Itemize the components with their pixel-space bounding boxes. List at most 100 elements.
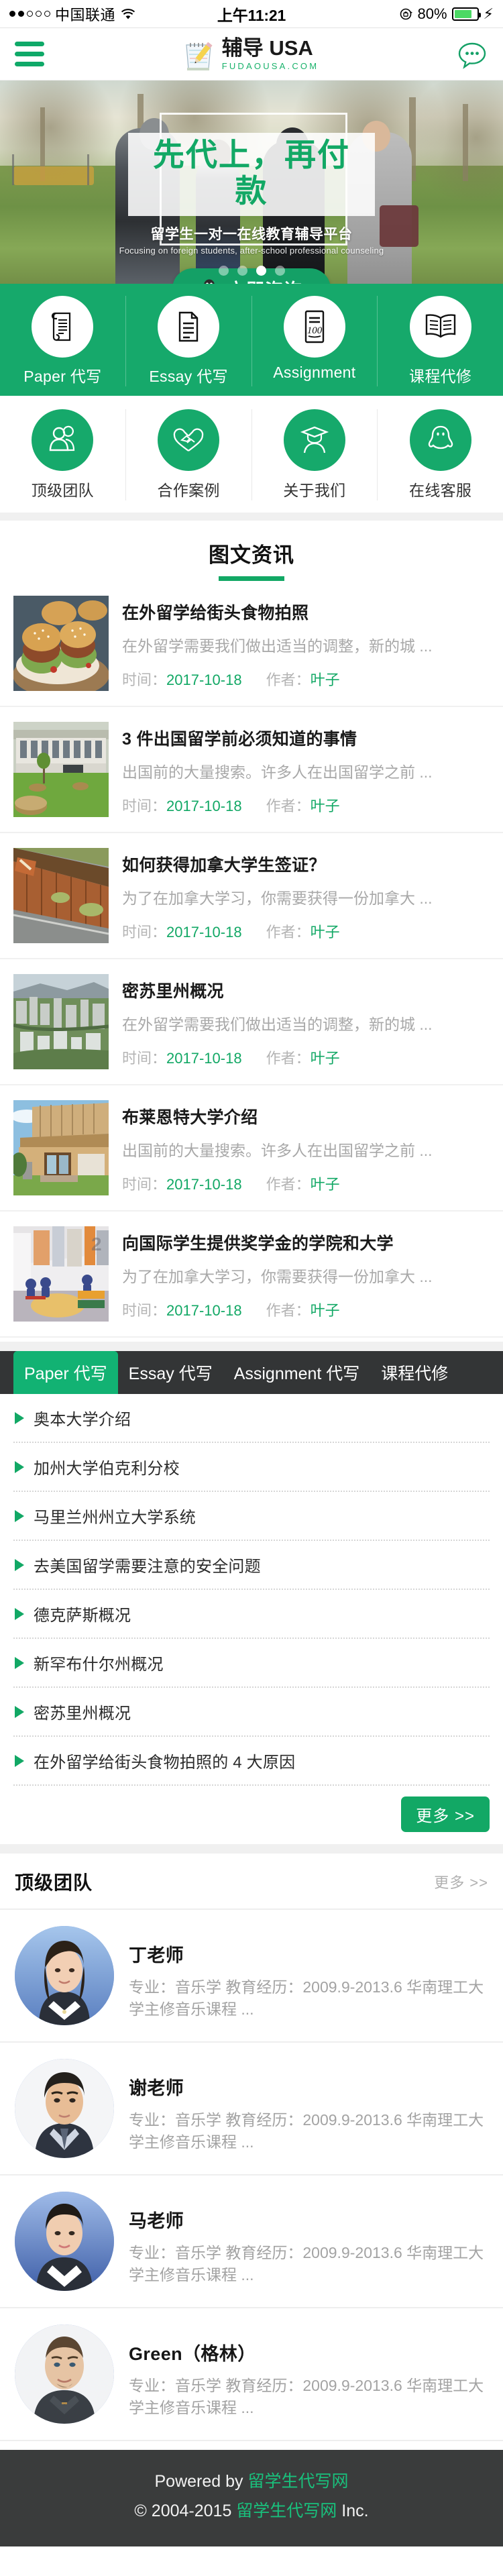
tab-course[interactable]: 课程代修 xyxy=(370,1351,459,1394)
rotation-lock-icon xyxy=(400,7,413,21)
status-bar-right: 80% ⚡ xyxy=(286,5,494,23)
news-item-meta: 时间：2017-10-18 作者：叶子 xyxy=(122,668,488,690)
tab-list-item-label: 去美国留学需要注意的安全问题 xyxy=(34,1558,261,1576)
news-item-date: 2017-10-18 xyxy=(166,924,242,941)
carousel-dot-active[interactable] xyxy=(256,266,266,276)
team-list-item[interactable]: 丁老师 专业：音乐学 教育经历：2009.9-2013.6 华南理工大学主修音乐… xyxy=(0,1910,503,2043)
tab-list-item-label: 加州大学伯克利分校 xyxy=(34,1460,180,1478)
team-more-link[interactable]: 更多 >> xyxy=(434,1871,488,1892)
news-author-key: 作者： xyxy=(266,1176,311,1193)
service-item-label: Paper 代写 xyxy=(23,368,102,385)
tab-more-button[interactable]: 更多 >> xyxy=(401,1796,490,1832)
logo-title: 辅导 USA xyxy=(221,36,313,60)
service-item-assignment[interactable]: 100 Assignment xyxy=(252,296,378,386)
service-item-label: 合作案例 xyxy=(157,482,220,499)
tab-list-item-label: 德克萨斯概况 xyxy=(34,1607,131,1625)
tab-list-item[interactable]: 新罕布什尔州概况 xyxy=(13,1639,490,1688)
tab-assignment[interactable]: Assignment 代写 xyxy=(223,1351,371,1394)
tab-list-item[interactable]: 去美国留学需要注意的安全问题 xyxy=(13,1541,490,1590)
team-list-item[interactable]: 谢老师 专业：音乐学 教育经历：2009.9-2013.6 华南理工大学主修音乐… xyxy=(0,2043,503,2176)
chat-bubble-icon[interactable] xyxy=(456,38,488,70)
news-time-key: 时间： xyxy=(122,672,167,688)
hamburger-menu-icon[interactable] xyxy=(15,42,44,66)
tab-paper[interactable]: Paper 代写 xyxy=(13,1351,118,1394)
carousel-dots[interactable] xyxy=(0,266,503,276)
status-bar-left: 中国联通 xyxy=(9,3,217,25)
hero-banner[interactable]: 先代上，再付款 留学生一对一在线教育辅导平台 Focusing on forei… xyxy=(0,80,503,284)
news-list-item[interactable]: 如何获得加拿大学生签证？ 为了在加拿大学习，你需要获得一份加拿大 ... 时间：… xyxy=(0,833,503,959)
news-list-item[interactable]: 3 件出国留学前必须知道的事情 出国前的大量搜索。许多人在出国留学之前 ... … xyxy=(0,707,503,833)
carousel-dot[interactable] xyxy=(218,266,229,276)
page-footer: Powered by 留学生代写网 © 2004-2015 留学生代写网 Inc… xyxy=(0,2450,503,2546)
service-item-cases[interactable]: 合作案例 xyxy=(126,409,252,500)
svg-text:2: 2 xyxy=(91,1234,102,1254)
tab-list-item[interactable]: 马里兰州州立大学系统 xyxy=(13,1492,490,1541)
tab-list-item[interactable]: 德克萨斯概况 xyxy=(13,1590,490,1639)
news-item-author: 叶子 xyxy=(310,672,340,688)
section-divider xyxy=(0,1844,503,1854)
news-item-body: 如何获得加拿大学生签证？ 为了在加拿大学习，你需要获得一份加拿大 ... 时间：… xyxy=(122,848,488,943)
clock-label: 上午11:21 xyxy=(217,6,286,24)
footer-copyright-prefix: © 2004-2015 xyxy=(134,2501,237,2520)
footer-brand-link[interactable]: 留学生代写网 xyxy=(247,2472,348,2491)
service-item-course[interactable]: 课程代修 xyxy=(378,296,503,386)
carousel-dot[interactable] xyxy=(237,266,247,276)
hero-headline: 先代上，再付款 xyxy=(153,137,350,209)
news-title-underline xyxy=(219,576,284,581)
tab-list-item[interactable]: 在外留学给街头食物拍照的 4 大原因 xyxy=(13,1737,490,1786)
news-item-author: 叶子 xyxy=(310,924,340,941)
triangle-right-icon xyxy=(15,1754,24,1767)
service-item-essay[interactable]: Essay 代写 xyxy=(126,296,252,386)
service-item-about[interactable]: 关于我们 xyxy=(252,409,378,500)
news-item-body: 布莱恩特大学介绍 出国前的大量搜索。许多人在出国留学之前 ... 时间：2017… xyxy=(122,1100,488,1195)
footer-brand-link-2[interactable]: 留学生代写网 xyxy=(236,2502,337,2520)
news-list-item[interactable]: 布莱恩特大学介绍 出国前的大量搜索。许多人在出国留学之前 ... 时间：2017… xyxy=(0,1085,503,1212)
triangle-right-icon xyxy=(15,1411,24,1424)
service-item-label: 顶级团队 xyxy=(31,482,94,499)
team-item-body: Green（格林） 专业：音乐学 教育经历：2009.9-2013.6 华南理工… xyxy=(129,2324,488,2420)
carousel-dot[interactable] xyxy=(274,266,285,276)
team-list-item[interactable]: Green（格林） 专业：音乐学 教育经历：2009.9-2013.6 华南理工… xyxy=(0,2308,503,2441)
news-time-key: 时间： xyxy=(122,924,167,941)
news-item-body: 3 件出国留学前必须知道的事情 出国前的大量搜索。许多人在出国留学之前 ... … xyxy=(122,722,488,817)
tab-list-item[interactable]: 加州大学伯克利分校 xyxy=(13,1443,490,1492)
news-item-meta: 时间：2017-10-18 作者：叶子 xyxy=(122,1046,488,1068)
qq-penguin-icon xyxy=(201,279,218,284)
tab-list-item[interactable]: 奥本大学介绍 xyxy=(13,1394,490,1443)
news-item-meta: 时间：2017-10-18 作者：叶子 xyxy=(122,920,488,942)
team-list-item[interactable]: 马老师 专业：音乐学 教育经历：2009.9-2013.6 华南理工大学主修音乐… xyxy=(0,2176,503,2308)
score-100-icon: 100 xyxy=(283,296,345,358)
news-author-key: 作者： xyxy=(266,1050,311,1067)
news-list-item[interactable]: 在外留学给街头食物拍照 在外留学需要我们做出适当的调整，新的城 ... 时间：2… xyxy=(0,581,503,707)
team-item-body: 马老师 专业：音乐学 教育经历：2009.9-2013.6 华南理工大学主修音乐… xyxy=(129,2192,488,2287)
news-item-title: 密苏里州概况 xyxy=(122,982,224,1001)
team-member-desc: 专业：音乐学 教育经历：2009.9-2013.6 华南理工大学主修音乐课程 .… xyxy=(129,2244,484,2284)
site-logo[interactable]: 辅导 USA FUDAOUSA.COM xyxy=(44,37,456,72)
news-thumbnail: 2 xyxy=(13,1226,109,1322)
news-author-key: 作者： xyxy=(266,924,311,941)
team-item-body: 丁老师 专业：音乐学 教育经历：2009.9-2013.6 华南理工大学主修音乐… xyxy=(129,1926,488,2021)
news-item-meta: 时间：2017-10-18 作者：叶子 xyxy=(122,1299,488,1320)
news-item-body: 向国际学生提供奖学金的学院和大学 为了在加拿大学习，你需要获得一份加拿大 ...… xyxy=(122,1226,488,1322)
text-document-icon xyxy=(158,296,220,358)
tab-list-item-label: 奥本大学介绍 xyxy=(34,1411,131,1429)
news-author-key: 作者： xyxy=(266,672,311,688)
tab-list-item-label: 新罕布什尔州概况 xyxy=(34,1656,164,1674)
service-item-paper[interactable]: Paper 代写 xyxy=(0,296,126,386)
avatar xyxy=(15,1926,114,2025)
tab-essay[interactable]: Essay 代写 xyxy=(118,1351,223,1394)
news-list-item[interactable]: 2 向国际学生提供奖学金的学院和大学 为了在加拿大学习，你需要获得一份加拿大 .… xyxy=(0,1212,503,1338)
news-item-date: 2017-10-18 xyxy=(166,798,242,814)
hero-content: 先代上，再付款 留学生一对一在线教育辅导平台 Focusing on forei… xyxy=(0,133,503,284)
battery-percent-label: 80% xyxy=(417,5,447,22)
hero-subline-en: Focusing on foreign students, after-scho… xyxy=(119,246,384,256)
tab-list-item[interactable]: 密苏里州概况 xyxy=(13,1688,490,1737)
news-list-item[interactable]: 密苏里州概况 在外留学需要我们做出适当的调整，新的城 ... 时间：2017-1… xyxy=(0,959,503,1085)
footer-copyright: © 2004-2015 留学生代写网 Inc. xyxy=(0,2497,503,2526)
handshake-heart-icon xyxy=(158,409,220,471)
service-item-support[interactable]: 在线客服 xyxy=(378,409,503,500)
news-item-desc: 在外留学需要我们做出适当的调整，新的城 ... xyxy=(122,1016,433,1033)
service-item-team[interactable]: 顶级团队 xyxy=(0,409,126,500)
service-tab-bar: Paper 代写 Essay 代写 Assignment 代写 课程代修 xyxy=(0,1351,503,1394)
news-time-key: 时间： xyxy=(122,1176,167,1193)
